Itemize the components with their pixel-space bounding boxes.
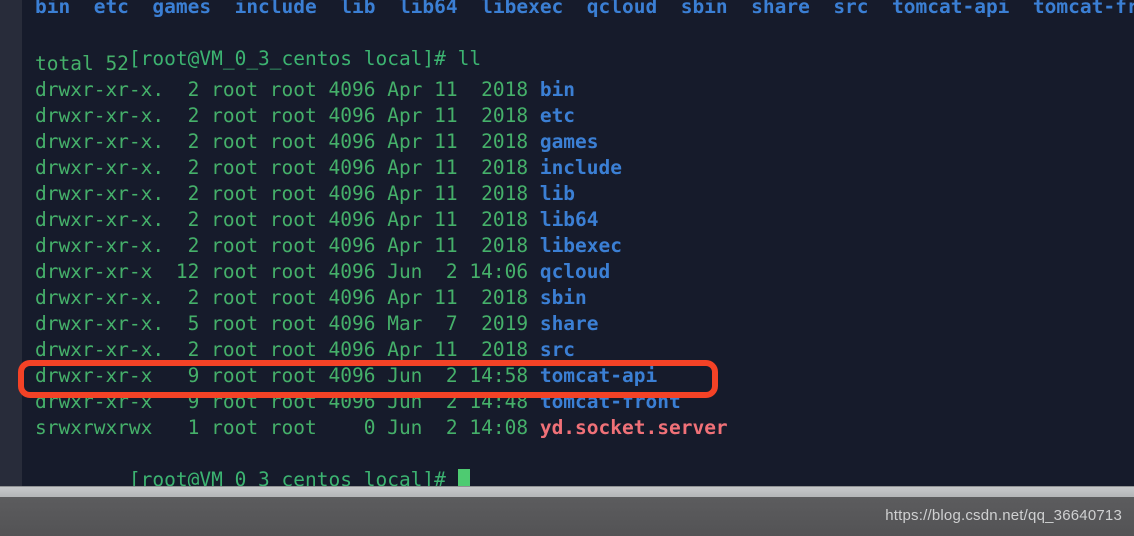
total-line: total 52 [35,52,129,75]
table-row: drwxr-xr-x. 2 root root 4096 Apr 11 2018… [35,129,599,155]
command-prompt-line: [root@VM_0_3_centos local]# ll [35,20,481,70]
file-name: games [539,130,599,153]
file-name: bin [539,78,576,101]
terminal-screenshot: bin etc games include lib lib64 libexec … [0,0,1134,536]
file-name: qcloud [539,260,611,283]
file-name: sbin [539,286,587,309]
terminal-output-area[interactable]: bin etc games include lib lib64 libexec … [22,0,1134,486]
table-row: drwxr-xr-x 12 root root 4096 Jun 2 14:06… [35,259,610,285]
file-metadata: drwxr-xr-x. 2 root root 4096 Apr 11 2018 [35,338,540,361]
file-metadata: drwxr-xr-x. 2 root root 4096 Apr 11 2018 [35,182,540,205]
typed-command: ll [457,47,482,70]
table-row: drwxr-xr-x. 2 root root 4096 Apr 11 2018… [35,207,599,233]
file-name: lib64 [539,208,599,231]
file-metadata: drwxr-xr-x. 2 root root 4096 Apr 11 2018 [35,286,540,309]
shell-prompt-final: [root@VM_0_3_centos local]# [128,468,458,486]
file-name: lib [539,182,576,205]
table-row: drwxr-xr-x. 2 root root 4096 Apr 11 2018… [35,285,587,311]
table-row: drwxr-xr-x. 2 root root 4096 Apr 11 2018… [35,155,622,181]
file-name: etc [539,104,576,127]
file-metadata: drwxr-xr-x. 2 root root 4096 Apr 11 2018 [35,208,540,231]
file-name: src [539,338,576,361]
table-row: drwxr-xr-x. 2 root root 4096 Apr 11 2018… [35,233,622,259]
tab-completion-line: bin etc games include lib lib64 libexec … [35,0,1134,18]
table-row: drwxr-xr-x. 2 root root 4096 Apr 11 2018… [35,181,575,207]
file-metadata: drwxr-xr-x. 2 root root 4096 Apr 11 2018 [35,130,540,153]
terminal-window[interactable]: bin etc games include lib lib64 libexec … [0,0,1134,486]
file-metadata: drwxr-xr-x 9 root root 4096 Jun 2 14:48 [35,390,540,413]
text-cursor [457,469,470,486]
table-row: drwxr-xr-x. 2 root root 4096 Apr 11 2018… [35,103,575,129]
table-row: drwxr-xr-x. 2 root root 4096 Apr 11 2018… [35,337,575,363]
terminal-left-gutter [0,0,22,486]
table-row: srwxrwxrwx 1 root root 0 Jun 2 14:08 yd.… [35,415,728,441]
file-metadata: drwxr-xr-x. 2 root root 4096 Apr 11 2018 [35,234,540,257]
file-metadata: drwxr-xr-x 12 root root 4096 Jun 2 14:06 [35,260,540,283]
table-row: drwxr-xr-x 9 root root 4096 Jun 2 14:48 … [35,389,681,415]
file-name: yd.socket.server [539,416,728,439]
shell-prompt: [root@VM_0_3_centos local]# [128,47,458,70]
file-metadata: drwxr-xr-x. 2 root root 4096 Apr 11 2018 [35,78,540,101]
watermark-text: https://blog.csdn.net/qq_36640713 [885,507,1122,524]
file-metadata: drwxr-xr-x. 2 root root 4096 Apr 11 2018 [35,104,540,127]
final-prompt-line: [root@VM_0_3_centos local]# [35,441,470,486]
table-row: drwxr-xr-x. 2 root root 4096 Apr 11 2018… [35,77,575,103]
file-name: tomcat-api [539,364,658,387]
file-name: tomcat-front [539,390,681,413]
file-name: share [539,312,599,335]
file-metadata: srwxrwxrwx 1 root root 0 Jun 2 14:08 [35,416,540,439]
file-name: include [539,156,623,179]
file-metadata: drwxr-xr-x 9 root root 4096 Jun 2 14:58 [35,364,540,387]
file-metadata: drwxr-xr-x. 2 root root 4096 Apr 11 2018 [35,156,540,179]
table-row: drwxr-xr-x. 5 root root 4096 Mar 7 2019 … [35,311,599,337]
file-metadata: drwxr-xr-x. 5 root root 4096 Mar 7 2019 [35,312,540,335]
table-row: drwxr-xr-x 9 root root 4096 Jun 2 14:58 … [35,363,657,389]
file-name: libexec [539,234,623,257]
